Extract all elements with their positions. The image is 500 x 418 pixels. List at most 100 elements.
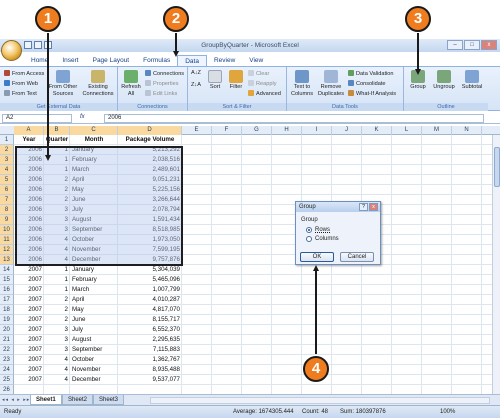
table-cell[interactable]: 6,552,370	[118, 325, 182, 335]
table-cell[interactable]: 2007	[14, 335, 44, 345]
row-header[interactable]: 9	[0, 215, 14, 225]
table-cell[interactable]: 1	[44, 265, 70, 275]
table-cell[interactable]: October	[70, 355, 118, 365]
row-header[interactable]: 18	[0, 305, 14, 315]
column-header-k[interactable]: K	[362, 126, 392, 135]
connections-button[interactable]: Connections	[145, 70, 184, 78]
from-web-button[interactable]: From Web	[4, 80, 38, 88]
scroll-thumb[interactable]	[494, 147, 500, 187]
column-header-m[interactable]: M	[422, 126, 452, 135]
row-header[interactable]: 4	[0, 165, 14, 175]
clear-button[interactable]: Clear	[248, 70, 269, 78]
ok-button[interactable]: OK	[300, 252, 334, 262]
row-header[interactable]: 10	[0, 225, 14, 235]
column-header-n[interactable]: N	[452, 126, 482, 135]
row-header[interactable]: 11	[0, 235, 14, 245]
worksheet-grid[interactable]: ABCDEFGHIJKLMN 1 2 3 4 5 6 7 8 9 10 11 12 13 14 15 16 17…	[0, 126, 500, 394]
table-cell[interactable]: 9,537,077	[118, 375, 182, 385]
table-cell[interactable]: 1	[44, 275, 70, 285]
table-cell[interactable]: March	[70, 285, 118, 295]
consolidate-button[interactable]: Consolidate	[348, 80, 386, 88]
row-header[interactable]: 26	[0, 385, 14, 394]
column-header-e[interactable]: E	[182, 126, 212, 135]
remove-duplicates-button[interactable]: Remove Duplicates	[316, 70, 346, 97]
table-cell[interactable]: 4	[44, 365, 70, 375]
row-header[interactable]: 17	[0, 295, 14, 305]
table-cell[interactable]: September	[70, 345, 118, 355]
row-header[interactable]: 2	[0, 145, 14, 155]
table-cell[interactable]: 2007	[14, 265, 44, 275]
save-icon[interactable]	[24, 41, 32, 49]
dialog-close-button[interactable]: x	[369, 203, 378, 211]
column-header-a[interactable]: A	[14, 126, 44, 135]
table-cell[interactable]: 2007	[14, 375, 44, 385]
sort-button[interactable]: Sort	[206, 70, 224, 91]
group-button[interactable]: Group	[407, 70, 429, 91]
columns-option[interactable]: Columns	[306, 236, 339, 242]
columns-radio[interactable]	[306, 236, 312, 242]
column-header-j[interactable]: J	[332, 126, 362, 135]
column-header-g[interactable]: G	[242, 126, 272, 135]
header-cell[interactable]: Package Volume	[118, 135, 182, 145]
table-cell[interactable]: 5,304,039	[118, 265, 182, 275]
table-cell[interactable]: 3	[44, 345, 70, 355]
row-header[interactable]: 20	[0, 325, 14, 335]
column-header-l[interactable]: L	[392, 126, 422, 135]
header-cell[interactable]: Year	[14, 135, 44, 145]
table-cell[interactable]: December	[70, 375, 118, 385]
table-cell[interactable]: April	[70, 295, 118, 305]
redo-icon[interactable]	[44, 41, 52, 49]
table-cell[interactable]: 2007	[14, 365, 44, 375]
undo-icon[interactable]	[34, 41, 42, 49]
column-header-h[interactable]: H	[272, 126, 302, 135]
table-cell[interactable]: 4,817,070	[118, 305, 182, 315]
row-header[interactable]: 24	[0, 365, 14, 375]
table-cell[interactable]: 2007	[14, 285, 44, 295]
table-cell[interactable]: 4	[44, 375, 70, 385]
horizontal-scrollbar[interactable]	[150, 397, 490, 404]
existing-connections-button[interactable]: Existing Connections	[80, 70, 116, 97]
table-cell[interactable]: 2007	[14, 325, 44, 335]
sort-a-to-z-button[interactable]: A↓Z	[191, 70, 201, 77]
properties-button[interactable]: Properties	[145, 80, 179, 88]
sort-z-to-a-button[interactable]: Z↓A	[191, 82, 201, 89]
name-box[interactable]: A2	[2, 114, 72, 123]
rows-radio[interactable]	[306, 227, 312, 233]
table-cell[interactable]: 1,362,767	[118, 355, 182, 365]
column-header-b[interactable]: B	[44, 126, 70, 135]
sheet-tab-sheet1[interactable]: Sheet1	[30, 395, 62, 405]
row-header[interactable]: 23	[0, 355, 14, 365]
row-header[interactable]: 12	[0, 245, 14, 255]
zoom-level[interactable]: 100%	[440, 406, 455, 418]
row-header[interactable]: 14	[0, 265, 14, 275]
table-cell[interactable]: November	[70, 365, 118, 375]
row-header[interactable]: 5	[0, 175, 14, 185]
cancel-button[interactable]: Cancel	[340, 252, 374, 262]
table-cell[interactable]: 2007	[14, 355, 44, 365]
row-header[interactable]: 1	[0, 135, 14, 145]
column-header-c[interactable]: C	[70, 126, 118, 135]
row-header[interactable]: 8	[0, 205, 14, 215]
table-cell[interactable]: February	[70, 275, 118, 285]
subtotal-button[interactable]: Subtotal	[459, 70, 485, 91]
row-header[interactable]: 19	[0, 315, 14, 325]
table-cell[interactable]: 3	[44, 335, 70, 345]
header-cell[interactable]: Month	[70, 135, 118, 145]
table-cell[interactable]: 1,007,799	[118, 285, 182, 295]
dialog-title-bar[interactable]: Group ? x	[296, 202, 380, 212]
help-button[interactable]: ?	[359, 203, 368, 211]
row-header[interactable]: 22	[0, 345, 14, 355]
table-cell[interactable]: 8,935,488	[118, 365, 182, 375]
table-cell[interactable]: 2,295,635	[118, 335, 182, 345]
sheet-navigation-arrows[interactable]: ◂◂ ◂ ▸ ▸▸	[2, 397, 30, 403]
table-cell[interactable]: July	[70, 325, 118, 335]
insert-function-icon[interactable]: fx	[80, 114, 85, 120]
table-cell[interactable]: May	[70, 305, 118, 315]
header-cell[interactable]: Quarter	[44, 135, 70, 145]
column-header-d[interactable]: D	[118, 126, 182, 135]
row-header[interactable]: 15	[0, 275, 14, 285]
refresh-all-button[interactable]: Refresh All	[120, 70, 142, 97]
column-header-f[interactable]: F	[212, 126, 242, 135]
from-other-sources-button[interactable]: From Other Sources	[46, 70, 80, 97]
table-cell[interactable]: 3	[44, 325, 70, 335]
